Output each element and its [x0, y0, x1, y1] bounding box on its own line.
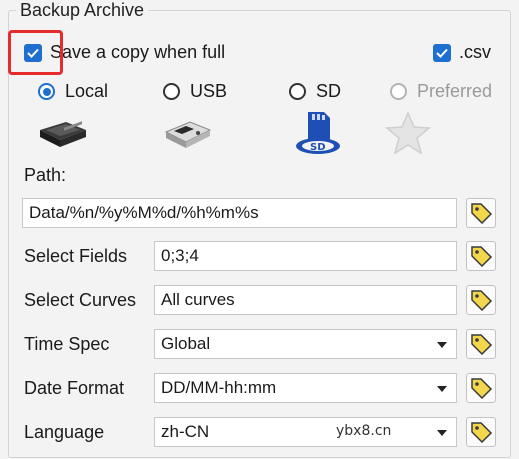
select-curves-tag-button[interactable] [466, 285, 496, 315]
tag-icon [471, 334, 493, 355]
path-label: Path: [24, 165, 67, 185]
radio-local[interactable]: Local [38, 81, 108, 102]
radio-indicator [390, 83, 407, 100]
tag-icon [471, 290, 493, 311]
tag-icon [471, 422, 493, 443]
tag-icon [471, 378, 493, 399]
chevron-down-icon [437, 430, 447, 436]
radio-preferred: Preferred [390, 81, 492, 102]
path-tag-button[interactable] [466, 198, 496, 228]
usb-drive-icon [160, 116, 214, 157]
path-input[interactable]: Data/%n/%y%M%d/%h%m%s [22, 198, 457, 228]
time-spec-value: Global [161, 334, 211, 353]
chevron-down-icon [437, 386, 447, 392]
language-select[interactable]: zh-CN [154, 417, 457, 447]
radio-label-usb: USB [190, 81, 228, 101]
date-format-label: Date Format [24, 378, 125, 398]
language-tag-button[interactable] [466, 417, 496, 447]
radio-sd[interactable]: SD [289, 81, 341, 102]
time-spec-label: Time Spec [24, 334, 110, 354]
watermark-text: ybx8.cn [336, 423, 392, 439]
sd-card-icon: SD [290, 108, 346, 163]
radio-label-preferred: Preferred [417, 81, 493, 101]
select-fields-label: Select Fields [24, 246, 128, 266]
star-icon [384, 110, 432, 161]
time-spec-select[interactable]: Global [154, 329, 457, 359]
chevron-down-icon [437, 342, 447, 348]
hard-drive-icon [36, 116, 90, 157]
svg-text:SD: SD [310, 142, 326, 153]
date-format-select[interactable]: DD/MM-hh:mm [154, 373, 457, 403]
language-label: Language [24, 422, 105, 442]
radio-indicator [38, 83, 55, 100]
select-fields-input[interactable]: 0;3;4 [154, 241, 457, 271]
language-value: zh-CN [161, 422, 210, 441]
tag-icon [471, 203, 493, 224]
highlight-box [8, 30, 63, 75]
csv-label: .csv [459, 42, 492, 62]
checkmark-icon [433, 43, 451, 62]
radio-label-local: Local [65, 81, 109, 101]
radio-usb[interactable]: USB [163, 81, 227, 102]
group-title: Backup Archive [16, 0, 149, 21]
select-curves-input[interactable]: All curves [154, 285, 457, 315]
csv-checkbox[interactable]: .csv [433, 42, 491, 63]
date-format-tag-button[interactable] [466, 373, 496, 403]
radio-indicator [289, 83, 306, 100]
select-fields-tag-button[interactable] [466, 241, 496, 271]
select-curves-label: Select Curves [24, 290, 137, 310]
time-spec-tag-button[interactable] [466, 329, 496, 359]
tag-icon [471, 246, 493, 267]
radio-label-sd: SD [316, 81, 342, 101]
radio-indicator [163, 83, 180, 100]
date-format-value: DD/MM-hh:mm [161, 378, 277, 397]
save-copy-label: Save a copy when full [50, 42, 226, 62]
